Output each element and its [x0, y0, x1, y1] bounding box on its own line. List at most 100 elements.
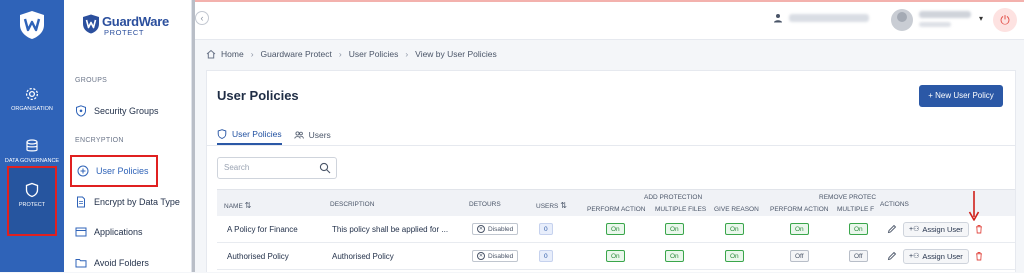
users-count-badge[interactable]: 0 [539, 250, 553, 262]
col-group-add-protection: ADD PROTECTION [644, 194, 703, 201]
assign-user-label: Assign User [922, 252, 963, 261]
col-rem-perform-action: PERFORM ACTION [770, 206, 829, 213]
sidebar-item-label: Avoid Folders [94, 258, 149, 268]
plus-circle-icon [77, 165, 89, 177]
user-location-icon [774, 14, 782, 23]
table-row[interactable]: Authorised Policy Authorised Policy ✕ Dis… [217, 244, 1015, 270]
breadcrumb-user-policies[interactable]: User Policies [349, 49, 399, 59]
table-header: NAME ⇅ DESCRIPTION DETOURS USERS ⇅ ADD P… [217, 189, 1015, 216]
trash-icon[interactable] [974, 224, 984, 234]
add-perform-action-status: On [606, 223, 625, 235]
policy-description: Authorised Policy [332, 252, 394, 261]
add-user-icon: +⚇ [909, 226, 920, 233]
users-icon [294, 131, 304, 139]
add-user-icon: +⚇ [909, 253, 920, 260]
search-input[interactable]: Search [217, 157, 337, 179]
tab-users[interactable]: Users [294, 125, 331, 145]
rail-item-protect[interactable]: PROTECT [7, 166, 57, 236]
col-actions: ACTIONS [880, 201, 909, 208]
new-user-policy-button[interactable]: + New User Policy [919, 85, 1003, 107]
breadcrumb-home[interactable]: Home [221, 49, 244, 59]
add-give-reason-status: On [725, 223, 744, 235]
sidebar-item-avoid-folders[interactable]: Avoid Folders [75, 253, 185, 273]
breadcrumb-current: View by User Policies [415, 49, 497, 59]
detours-badge: ✕ Disabled [472, 250, 519, 262]
detours-label: Disabled [488, 225, 514, 233]
shield-icon [217, 129, 227, 139]
detours-label: Disabled [488, 252, 514, 260]
sidebar-group-groups: GROUPS [75, 77, 108, 84]
main-card: User Policies + New User Policy User Pol… [206, 70, 1016, 272]
chevron-right-icon: › [250, 49, 254, 59]
col-users[interactable]: USERS ⇅ [536, 201, 567, 210]
add-give-reason-status: On [725, 250, 744, 262]
guardware-logo-icon [83, 14, 99, 34]
policy-name[interactable]: Authorised Policy [227, 252, 289, 261]
sort-icon[interactable]: ⇅ [560, 201, 567, 210]
folder-icon [75, 259, 87, 268]
add-multiple-files-status: On [665, 223, 684, 235]
col-add-perform-action: PERFORM ACTION [587, 206, 646, 213]
user-name-redacted [919, 11, 971, 18]
guardware-logo-icon[interactable] [18, 10, 46, 40]
shield-icon [76, 105, 86, 117]
edit-pencil-icon[interactable] [887, 251, 897, 261]
top-bar: ‹ ▾ ⏻ [195, 2, 1024, 40]
page-title: User Policies [217, 88, 299, 103]
tab-user-policies[interactable]: User Policies [217, 125, 282, 145]
policy-description: This policy shall be applied for ... [332, 225, 449, 234]
location-name-redacted [789, 14, 869, 22]
col-rem-multiple-files: MULTIPLE F [837, 206, 875, 213]
breadcrumb-guardware-protect[interactable]: Guardware Protect [261, 49, 332, 59]
users-count-badge[interactable]: 0 [539, 223, 553, 235]
power-icon[interactable]: ⏻ [993, 8, 1017, 32]
sidebar-item-label: Applications [94, 227, 143, 237]
home-icon[interactable] [206, 49, 216, 59]
chevron-right-icon: › [338, 49, 342, 59]
sidebar-item-applications[interactable]: Applications [75, 222, 185, 242]
x-circle-icon: ✕ [477, 252, 485, 260]
tab-label: User Policies [232, 129, 282, 139]
shield-icon [25, 182, 39, 198]
sidebar-item-label: User Policies [96, 166, 149, 176]
trash-icon[interactable] [974, 251, 984, 261]
annotation-arrow-down-icon [968, 191, 980, 221]
edit-pencil-icon[interactable] [887, 224, 897, 234]
location-selector[interactable] [773, 13, 869, 23]
col-name[interactable]: NAME ⇅ [224, 201, 251, 210]
avatar[interactable] [891, 9, 913, 31]
remove-perform-action-status: Off [790, 250, 809, 262]
database-icon [26, 139, 38, 152]
secondary-sidebar: GuardWare PROTECT GROUPS Security Groups… [64, 0, 192, 272]
col-description: DESCRIPTION [330, 201, 375, 208]
sidebar-scrollbar[interactable] [192, 0, 195, 272]
search-placeholder: Search [224, 163, 250, 172]
assign-user-label: Assign User [922, 225, 963, 234]
sidebar-item-user-policies[interactable]: User Policies [70, 155, 158, 187]
brand-name: GuardWare [102, 14, 169, 29]
sidebar-item-label: Security Groups [94, 106, 159, 116]
sidebar-group-encryption: ENCRYPTION [75, 137, 124, 144]
rail-label: ORGANISATION [11, 106, 53, 112]
remove-multiple-files-status: On [849, 223, 868, 235]
add-multiple-files-status: On [665, 250, 684, 262]
table-row[interactable]: A Policy for Finance This policy shall b… [217, 217, 1015, 243]
tab-bar: User Policies Users [217, 125, 343, 145]
sidebar-item-security-groups[interactable]: Security Groups [75, 101, 185, 121]
user-role-redacted [919, 22, 951, 27]
brand-sub: PROTECT [104, 28, 145, 37]
sidebar-item-label: Encrypt by Data Type [94, 197, 180, 207]
policy-name[interactable]: A Policy for Finance [227, 225, 298, 234]
rail-item-data-governance[interactable]: DATA GOVERNANCE [0, 138, 64, 165]
assign-user-button[interactable]: +⚇ Assign User [903, 249, 969, 264]
collapse-sidebar-button[interactable]: ‹ [195, 11, 209, 25]
chevron-down-icon[interactable]: ▾ [979, 14, 983, 23]
remove-multiple-files-status: Off [849, 250, 868, 262]
search-icon[interactable] [319, 162, 331, 174]
remove-perform-action-status: On [790, 223, 809, 235]
sidebar-item-encrypt-by-data-type[interactable]: Encrypt by Data Type [75, 192, 185, 212]
chevron-right-icon: › [405, 49, 409, 59]
assign-user-button[interactable]: +⚇ Assign User [903, 222, 969, 237]
rail-item-organisation[interactable]: ORGANISATION [0, 86, 64, 113]
sort-icon[interactable]: ⇅ [245, 201, 252, 210]
